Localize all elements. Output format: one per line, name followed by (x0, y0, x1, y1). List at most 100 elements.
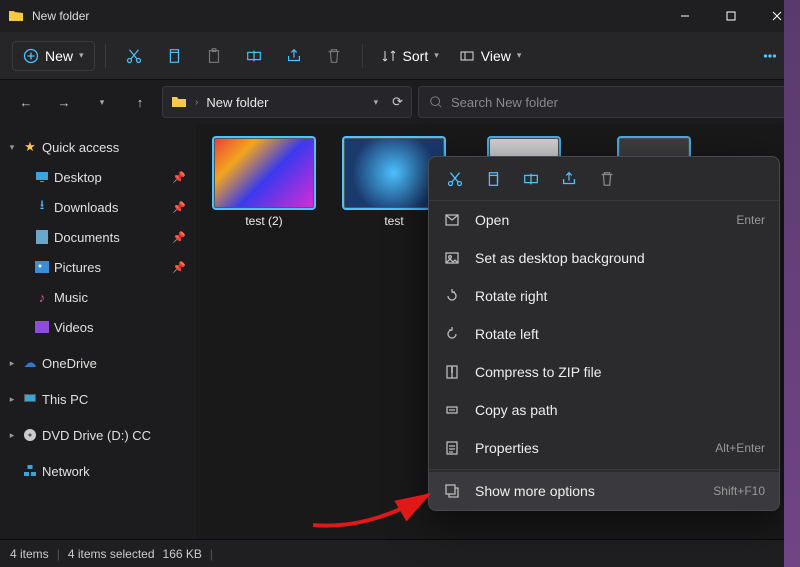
thumbnail (214, 138, 314, 208)
cut-action[interactable] (443, 167, 467, 191)
tree-pictures[interactable]: Pictures📌 (0, 252, 196, 282)
search-placeholder: Search New folder (451, 95, 558, 110)
window-title: New folder (32, 9, 89, 23)
back-button[interactable]: ← (10, 86, 42, 118)
sort-icon (381, 48, 397, 64)
tree-label: DVD Drive (D:) CC (42, 428, 151, 443)
ctx-properties[interactable]: PropertiesAlt+Enter (429, 429, 779, 467)
more-button[interactable] (752, 38, 788, 74)
tree-thispc[interactable]: ▸This PC (0, 384, 196, 414)
ctx-label: Rotate right (475, 288, 547, 304)
pictures-icon (34, 259, 50, 275)
copy-button[interactable] (156, 38, 192, 74)
share-action[interactable] (557, 167, 581, 191)
address-bar-row: ← → ▾ ↑ › New folder ▾ ⟳ Search New fold… (0, 80, 800, 124)
delete-action[interactable] (595, 167, 619, 191)
zip-icon (443, 363, 461, 381)
new-label: New (45, 48, 73, 64)
path-icon (443, 401, 461, 419)
chevron-right-icon: ▸ (6, 394, 18, 405)
ctx-compress[interactable]: Compress to ZIP file (429, 353, 779, 391)
context-menu-iconrow (429, 157, 779, 201)
ctx-show-more[interactable]: Show more optionsShift+F10 (429, 472, 779, 510)
pin-icon: 📌 (172, 201, 186, 214)
tree-videos[interactable]: Videos (0, 312, 196, 342)
tree-label: Pictures (54, 260, 101, 275)
tree-documents[interactable]: Documents📌 (0, 222, 196, 252)
star-icon: ★ (22, 139, 38, 155)
tree-onedrive[interactable]: ▸☁OneDrive (0, 348, 196, 378)
tree-label: Desktop (54, 170, 102, 185)
tree-desktop[interactable]: Desktop 📌 (0, 162, 196, 192)
ctx-rotate-right[interactable]: Rotate right (429, 277, 779, 315)
search-icon (429, 95, 443, 109)
annotation-arrow (308, 480, 448, 540)
network-icon (22, 463, 38, 479)
forward-button[interactable]: → (48, 86, 80, 118)
chevron-down-icon[interactable]: ▾ (374, 97, 379, 108)
tree-label: Quick access (42, 140, 119, 155)
status-bar: 4 items | 4 items selected 166 KB | (0, 539, 800, 567)
disc-icon (22, 427, 38, 443)
item-count: 4 items (10, 547, 49, 561)
ctx-copy-path[interactable]: Copy as path (429, 391, 779, 429)
ctx-label: Properties (475, 440, 539, 456)
breadcrumb[interactable]: New folder (206, 95, 268, 110)
video-icon (34, 319, 50, 335)
ellipsis-icon (761, 47, 779, 65)
picture-icon (443, 249, 461, 267)
rename-icon (245, 47, 263, 65)
ctx-open[interactable]: OpenEnter (429, 201, 779, 239)
cut-button[interactable] (116, 38, 152, 74)
document-icon (34, 229, 50, 245)
tree-quick-access[interactable]: ▾ ★ Quick access (0, 132, 196, 162)
ctx-label: Open (475, 212, 509, 228)
view-button[interactable]: View ▾ (451, 42, 530, 70)
delete-button[interactable] (316, 38, 352, 74)
new-button[interactable]: New ▾ (12, 41, 95, 71)
ctx-label: Show more options (475, 483, 595, 499)
scissors-icon (125, 47, 143, 65)
plus-circle-icon (23, 48, 39, 64)
ctx-rotate-left[interactable]: Rotate left (429, 315, 779, 353)
recent-button[interactable]: ▾ (86, 86, 118, 118)
minimize-button[interactable] (662, 0, 708, 32)
tree-dvd[interactable]: ▸ DVD Drive (D:) CC (0, 420, 196, 450)
separator (429, 469, 779, 470)
ctx-set-bg[interactable]: Set as desktop background (429, 239, 779, 277)
share-icon (560, 170, 578, 188)
address-bar[interactable]: › New folder ▾ ⟳ (162, 86, 412, 118)
tree-label: Downloads (54, 200, 118, 215)
rename-action[interactable] (519, 167, 543, 191)
properties-icon (443, 439, 461, 457)
open-icon (443, 211, 461, 229)
file-item[interactable]: test (2) (210, 138, 318, 228)
paste-button[interactable] (196, 38, 232, 74)
separator: | (57, 547, 60, 561)
tree-music[interactable]: ♪Music (0, 282, 196, 312)
copy-action[interactable] (481, 167, 505, 191)
view-label: View (481, 48, 511, 64)
trash-icon (598, 170, 616, 188)
rename-button[interactable] (236, 38, 272, 74)
decorative-strip (784, 0, 800, 567)
up-button[interactable]: ↑ (124, 86, 156, 118)
pin-icon: 📌 (172, 171, 186, 184)
rename-icon (522, 170, 540, 188)
ctx-label: Set as desktop background (475, 250, 645, 266)
refresh-button[interactable]: ⟳ (392, 94, 403, 110)
share-button[interactable] (276, 38, 312, 74)
context-menu: OpenEnter Set as desktop background Rota… (428, 156, 780, 511)
chevron-down-icon: ▾ (517, 50, 522, 61)
paste-icon (205, 47, 223, 65)
sort-button[interactable]: Sort ▾ (373, 42, 447, 70)
trash-icon (325, 47, 343, 65)
chevron-right-icon: ▸ (6, 430, 18, 441)
rotate-left-icon (443, 325, 461, 343)
search-field[interactable]: Search New folder (418, 86, 790, 118)
share-icon (285, 47, 303, 65)
tree-downloads[interactable]: ⭳Downloads📌 (0, 192, 196, 222)
rotate-right-icon (443, 287, 461, 305)
maximize-button[interactable] (708, 0, 754, 32)
tree-network[interactable]: Network (0, 456, 196, 486)
